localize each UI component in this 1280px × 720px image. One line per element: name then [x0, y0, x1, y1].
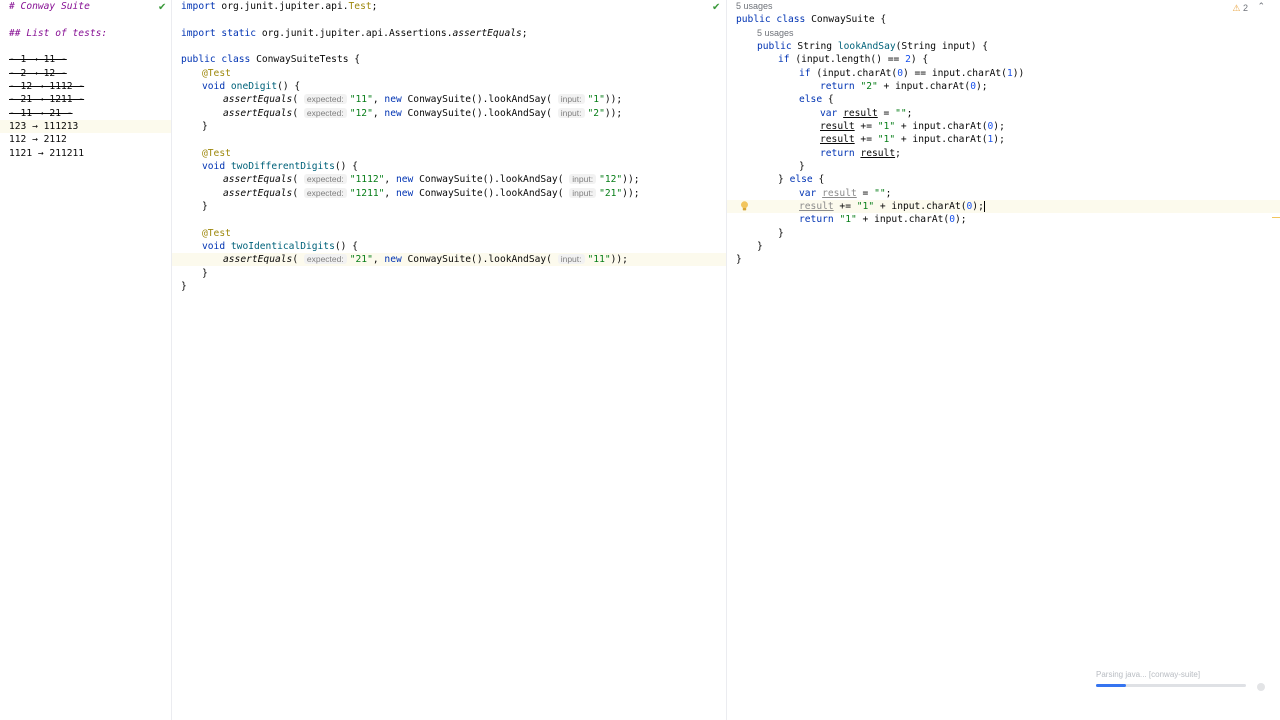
test-annotation: @Test: [202, 148, 231, 159]
test-annotation: @Test: [202, 228, 231, 239]
closing-brace: }: [202, 201, 208, 212]
assert-line: assertEquals( expected: "12", new ConwayS…: [223, 108, 623, 119]
md-open-item: 1121 → 211211: [9, 148, 85, 159]
code-line: if (input.charAt(0) == input.charAt(1)): [799, 68, 1025, 79]
progress-track: [1096, 684, 1246, 687]
progress-label: Parsing java... [conway-suite]: [1096, 670, 1201, 679]
code-line: } else {: [778, 174, 825, 185]
closing-brace: }: [181, 281, 187, 292]
md-done-item: - 2 → 12 -: [9, 68, 67, 79]
lightbulb-icon[interactable]: [740, 201, 749, 211]
test-method-two-different-digits: void twoDifferentDigits() {: [202, 161, 358, 172]
cancel-task-icon[interactable]: [1257, 683, 1265, 691]
md-open-item-current: 123 → 111213: [0, 120, 171, 134]
tests-editor[interactable]: ✔ import org.junit.jupiter.api.Test; imp…: [172, 0, 727, 720]
code-line: result += "1" + input.charAt(1);: [820, 134, 1005, 145]
text-caret: [983, 200, 985, 212]
method-declaration: public String lookAndSay(String input) {: [757, 41, 989, 52]
md-done-item: - 21 → 1211 -: [9, 94, 85, 105]
test-method-one-digit: void oneDigit() {: [202, 81, 301, 92]
code-line: var result = "";: [820, 108, 913, 119]
assert-line: assertEquals( expected: "1211", new Conwa…: [223, 188, 640, 199]
md-done-item: - 11 → 21 -: [9, 108, 73, 119]
md-title: # Conway Suite: [9, 1, 90, 12]
code-line: return result;: [820, 148, 901, 159]
source-editor[interactable]: ⚠ 2 ⌃ 5 usages public class ConwaySuite …: [727, 0, 1280, 720]
code-line: return "2" + input.charAt(0);: [820, 81, 988, 92]
code-line-current: result += "1" + input.charAt(0);: [727, 200, 1280, 214]
background-task-progress: Parsing java... [conway-suite]: [1096, 670, 1266, 691]
class-usages-hint[interactable]: 5 usages: [727, 0, 1280, 13]
assert-line: assertEquals( expected: "11", new ConwayS…: [223, 94, 623, 105]
code-line: if (input.length() == 2) {: [778, 54, 929, 65]
test-annotation: @Test: [202, 68, 231, 79]
test-class-declaration: public class ConwaySuiteTests {: [181, 54, 361, 65]
code-line: result += "1" + input.charAt(0);: [820, 121, 1005, 132]
assert-line-current: assertEquals( expected: "21", new ConwayS…: [172, 253, 726, 267]
class-declaration: public class ConwaySuite {: [736, 14, 887, 25]
closing-brace: }: [757, 241, 763, 252]
md-section-heading: ## List of tests:: [9, 28, 108, 39]
closing-brace: }: [202, 268, 208, 279]
method-usages-hint[interactable]: 5 usages: [727, 27, 1280, 40]
closing-brace: }: [202, 121, 208, 132]
progress-fill: [1096, 684, 1126, 687]
md-done-item: - 12 → 1112 -: [9, 81, 85, 92]
assert-line: assertEquals( expected: "1112", new Conwa…: [223, 174, 640, 185]
closing-brace: }: [799, 161, 805, 172]
test-method-two-identical-digits: void twoIdenticalDigits() {: [202, 241, 358, 252]
code-line: else {: [799, 94, 834, 105]
md-done-item: - 1 → 11 -: [9, 54, 67, 65]
markdown-editor[interactable]: ✔ # Conway Suite ## List of tests: - 1 →…: [0, 0, 172, 720]
closing-brace: }: [736, 254, 742, 265]
md-open-item: 112 → 2112: [9, 134, 67, 145]
code-line: return "1" + input.charAt(0);: [799, 214, 967, 225]
import-line: import org.junit.jupiter.api.Test;: [181, 1, 378, 12]
import-static-line: import static org.junit.jupiter.api.Asse…: [181, 28, 528, 39]
code-line-unused-var: var result = "";: [799, 188, 892, 199]
closing-brace: }: [778, 228, 784, 239]
